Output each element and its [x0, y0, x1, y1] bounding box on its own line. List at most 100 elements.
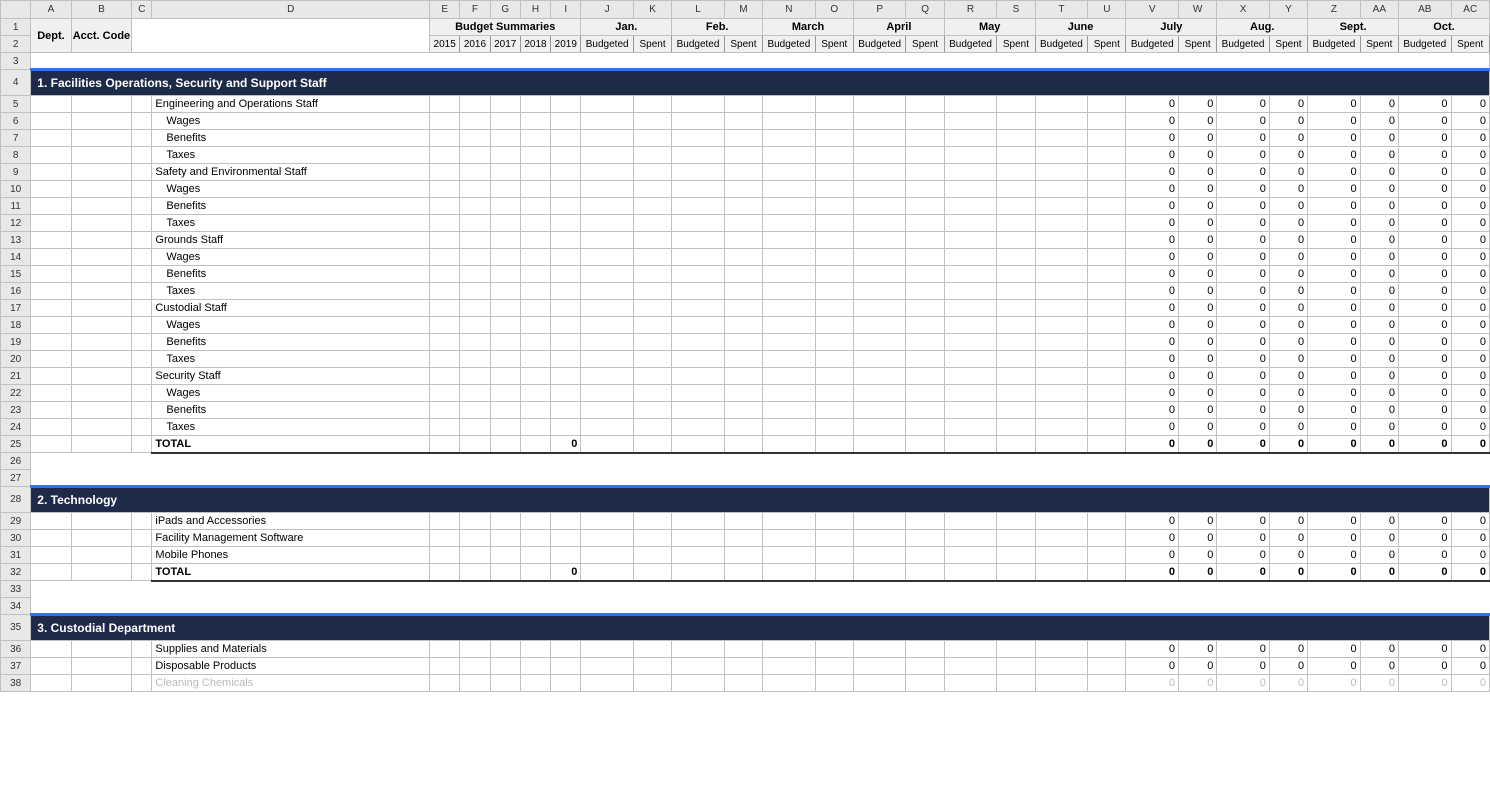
header-month[interactable]: Feb.	[672, 19, 763, 36]
header-budgeted[interactable]: Budgeted	[672, 36, 724, 53]
cell-value[interactable]: 0	[1178, 198, 1216, 215]
header-spent[interactable]: Spent	[906, 36, 944, 53]
cell-value[interactable]: 0	[1360, 419, 1398, 436]
cell-value[interactable]: 0	[1308, 266, 1360, 283]
cell-value[interactable]: 0	[1178, 334, 1216, 351]
total-value[interactable]: 0	[1451, 436, 1490, 453]
cell-value[interactable]: 0	[1360, 300, 1398, 317]
cell-value[interactable]: 0	[1269, 266, 1307, 283]
cell-value[interactable]: 0	[1308, 547, 1360, 564]
total-label[interactable]: TOTAL	[152, 564, 430, 581]
row-label[interactable]: Taxes	[152, 147, 430, 164]
cell-value[interactable]: 0	[1178, 351, 1216, 368]
row-label[interactable]: Taxes	[152, 419, 430, 436]
cell-value[interactable]: 0	[1360, 181, 1398, 198]
row-label[interactable]: Disposable Products	[152, 658, 430, 675]
cell-value[interactable]: 0	[1451, 198, 1490, 215]
cell-value[interactable]: 0	[1217, 147, 1269, 164]
cell-value[interactable]: 0	[1451, 351, 1490, 368]
header-dept[interactable]: Dept.	[31, 19, 71, 53]
cell-value[interactable]: 0	[1399, 113, 1451, 130]
cell-value[interactable]: 0	[1451, 402, 1490, 419]
header-budgeted[interactable]: Budgeted	[1308, 36, 1360, 53]
header-month[interactable]: Jan.	[581, 19, 672, 36]
cell-value[interactable]: 0	[1269, 215, 1307, 232]
cell-value[interactable]: 0	[1126, 181, 1178, 198]
cell-value[interactable]: 0	[1178, 402, 1216, 419]
cell-value[interactable]: 0	[1126, 147, 1178, 164]
total-2019[interactable]: 0	[551, 436, 581, 453]
header-budgeted[interactable]: Budgeted	[1399, 36, 1451, 53]
cell-value[interactable]: 0	[1308, 130, 1360, 147]
cell-value[interactable]: 0	[1308, 147, 1360, 164]
cell-value[interactable]: 0	[1399, 232, 1451, 249]
cell-value[interactable]: 0	[1360, 232, 1398, 249]
cell-value[interactable]: 0	[1178, 368, 1216, 385]
cell-value[interactable]: 0	[1217, 130, 1269, 147]
header-budgeted[interactable]: Budgeted	[853, 36, 905, 53]
cell-value[interactable]: 0	[1308, 675, 1360, 692]
cell-value[interactable]: 0	[1178, 147, 1216, 164]
cell-value[interactable]: 0	[1360, 368, 1398, 385]
row-label[interactable]: Grounds Staff	[152, 232, 430, 249]
header-spent[interactable]: Spent	[633, 36, 671, 53]
cell-value[interactable]: 0	[1308, 300, 1360, 317]
cell-value[interactable]: 0	[1451, 164, 1490, 181]
cell-value[interactable]: 0	[1126, 198, 1178, 215]
cell-value[interactable]: 0	[1399, 283, 1451, 300]
cell-value[interactable]: 0	[1178, 96, 1216, 113]
cell-value[interactable]: 0	[1178, 385, 1216, 402]
total-value[interactable]: 0	[1126, 564, 1178, 581]
header-month[interactable]: July	[1126, 19, 1217, 36]
total-value[interactable]: 0	[1178, 436, 1216, 453]
cell-value[interactable]: 0	[1399, 547, 1451, 564]
header-year[interactable]: 2017	[490, 36, 520, 53]
row-label[interactable]: Wages	[152, 385, 430, 402]
cell-value[interactable]: 0	[1360, 130, 1398, 147]
cell-value[interactable]: 0	[1308, 334, 1360, 351]
total-value[interactable]: 0	[1269, 564, 1307, 581]
header-spent[interactable]: Spent	[1360, 36, 1398, 53]
cell-value[interactable]: 0	[1178, 675, 1216, 692]
row-label[interactable]: Wages	[152, 249, 430, 266]
cell-value[interactable]: 0	[1178, 232, 1216, 249]
header-spent[interactable]: Spent	[1269, 36, 1307, 53]
cell-value[interactable]: 0	[1217, 232, 1269, 249]
cell-value[interactable]: 0	[1126, 317, 1178, 334]
row-label[interactable]: Wages	[152, 181, 430, 198]
header-month[interactable]: Oct.	[1399, 19, 1490, 36]
row-label[interactable]: Supplies and Materials	[152, 641, 430, 658]
row-label[interactable]: Benefits	[152, 130, 430, 147]
cell-value[interactable]: 0	[1178, 547, 1216, 564]
cell-value[interactable]: 0	[1178, 113, 1216, 130]
cell-value[interactable]: 0	[1178, 164, 1216, 181]
cell-value[interactable]: 0	[1399, 130, 1451, 147]
total-value[interactable]: 0	[1308, 564, 1360, 581]
cell-value[interactable]: 0	[1308, 232, 1360, 249]
cell-value[interactable]: 0	[1217, 547, 1269, 564]
cell-value[interactable]: 0	[1360, 402, 1398, 419]
cell-value[interactable]: 0	[1217, 113, 1269, 130]
row-label[interactable]: Benefits	[152, 198, 430, 215]
cell-value[interactable]: 0	[1451, 513, 1490, 530]
cell-value[interactable]: 0	[1451, 181, 1490, 198]
cell-value[interactable]: 0	[1308, 530, 1360, 547]
row-label[interactable]: Custodial Staff	[152, 300, 430, 317]
cell-value[interactable]: 0	[1399, 368, 1451, 385]
cell-value[interactable]: 0	[1399, 96, 1451, 113]
cell-value[interactable]: 0	[1269, 249, 1307, 266]
header-budgeted[interactable]: Budgeted	[1035, 36, 1087, 53]
cell-value[interactable]: 0	[1308, 249, 1360, 266]
cell-value[interactable]: 0	[1399, 419, 1451, 436]
cell-value[interactable]: 0	[1451, 215, 1490, 232]
cell-value[interactable]: 0	[1308, 351, 1360, 368]
cell-value[interactable]: 0	[1217, 249, 1269, 266]
cell-value[interactable]: 0	[1451, 334, 1490, 351]
cell-value[interactable]: 0	[1308, 198, 1360, 215]
header-budgeted[interactable]: Budgeted	[944, 36, 996, 53]
cell-value[interactable]: 0	[1217, 530, 1269, 547]
row-label[interactable]: Benefits	[152, 402, 430, 419]
cell-value[interactable]: 0	[1308, 283, 1360, 300]
header-year[interactable]: 2015	[430, 36, 460, 53]
row-label[interactable]: Taxes	[152, 283, 430, 300]
